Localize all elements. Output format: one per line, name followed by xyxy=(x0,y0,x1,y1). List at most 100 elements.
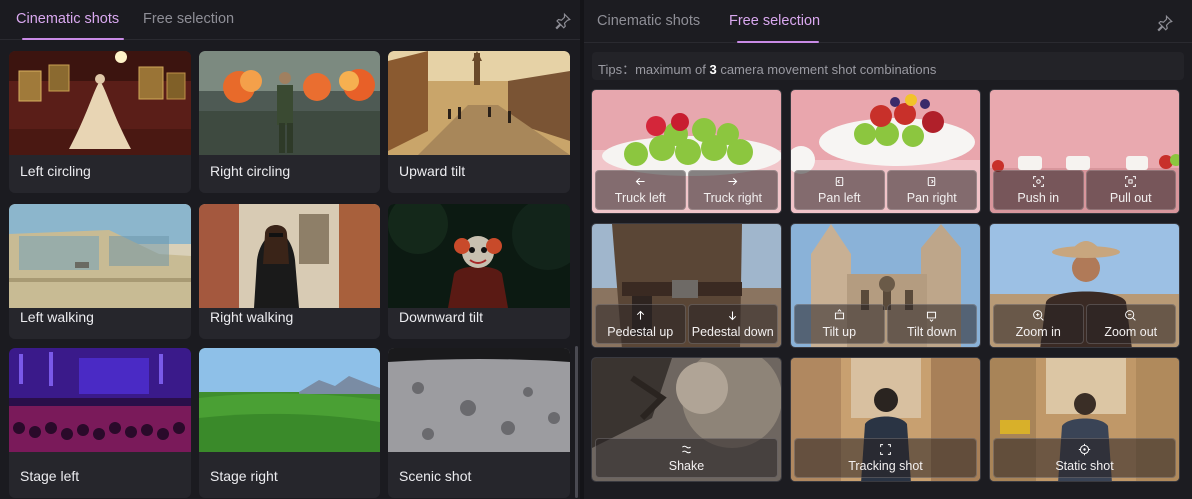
button-label: Zoom out xyxy=(1104,325,1158,339)
shot-button-group: Push in Pull out xyxy=(993,170,1176,210)
preset-card-left-circling[interactable]: Left circling xyxy=(9,51,191,193)
button-label: Zoom in xyxy=(1015,325,1061,339)
card-label: Left circling xyxy=(20,163,91,179)
tips-text-prefix: Tips：maximum of xyxy=(598,62,710,77)
tilt-up-button[interactable]: Tilt up xyxy=(794,304,885,344)
preset-card-scenic-shot[interactable]: Scenic shot xyxy=(388,348,570,498)
tilt-down-icon xyxy=(927,311,937,322)
thumbnail-image xyxy=(199,51,380,155)
pan-left-icon xyxy=(835,176,843,187)
crosshair-icon xyxy=(1078,443,1091,456)
arrow-left-icon xyxy=(635,177,645,186)
thumbnail-image xyxy=(388,51,570,155)
thumbnail-image xyxy=(388,204,570,308)
shake-button[interactable]: Shake xyxy=(595,438,778,478)
truck-left-button[interactable]: Truck left xyxy=(595,170,686,210)
shot-button-group: Pedestal up Pedestal down xyxy=(595,304,778,344)
button-label: Pan right xyxy=(906,191,957,205)
push-in-icon xyxy=(1032,176,1044,187)
arrow-down-icon xyxy=(729,311,737,321)
thumbnail-image xyxy=(9,348,191,452)
card-label: Right walking xyxy=(210,309,294,325)
truck-right-button[interactable]: Truck right xyxy=(687,170,778,210)
shot-card-static: Static shot xyxy=(989,357,1180,482)
zoom-out-icon xyxy=(1125,310,1136,321)
arrow-right-icon xyxy=(728,177,738,186)
card-label: Downward tilt xyxy=(399,309,484,325)
preset-card-left-walking[interactable]: Left walking xyxy=(9,204,191,339)
pedestal-up-button[interactable]: Pedestal up xyxy=(595,304,686,344)
preset-card-downward-tilt[interactable]: Downward tilt xyxy=(388,204,570,339)
shot-card-truck: Truck left Truck right xyxy=(591,89,782,214)
tracking-icon xyxy=(880,444,891,455)
thumbnail-image xyxy=(199,348,380,452)
button-label: Truck right xyxy=(703,191,763,205)
shot-card-tracking: Tracking shot xyxy=(790,357,981,482)
card-label: Stage left xyxy=(20,468,80,484)
pan-right-button[interactable]: Pan right xyxy=(886,170,977,210)
shot-card-pan: Pan left Pan right xyxy=(790,89,981,214)
zoom-out-button[interactable]: Zoom out xyxy=(1085,304,1176,344)
zoom-in-button[interactable]: Zoom in xyxy=(993,304,1084,344)
button-label: Pull out xyxy=(1109,191,1152,205)
button-label: Push in xyxy=(1017,191,1060,205)
zoom-in-icon xyxy=(1032,310,1044,321)
card-label: Upward tilt xyxy=(399,163,466,179)
static-shot-button[interactable]: Static shot xyxy=(993,438,1176,478)
preset-card-stage-right[interactable]: Stage right xyxy=(199,348,380,498)
tab-free-selection[interactable]: Free selection xyxy=(729,13,820,29)
free-selection-panel: Cinematic shots Free selection Tips：maxi… xyxy=(584,0,1192,499)
push-in-button[interactable]: Push in xyxy=(993,170,1084,210)
shot-card-shake: Shake xyxy=(591,357,782,482)
shot-card-push-pull: Push in Pull out xyxy=(989,89,1180,214)
scrollbar-thumb[interactable] xyxy=(575,346,578,498)
card-label: Left walking xyxy=(20,309,94,325)
card-label: Right circling xyxy=(210,163,291,179)
pedestal-down-button[interactable]: Pedestal down xyxy=(687,304,778,344)
pan-left-button[interactable]: Pan left xyxy=(794,170,885,210)
thumbnail-image xyxy=(9,204,191,308)
button-label: Shake xyxy=(668,459,705,473)
shake-icon xyxy=(682,445,691,454)
preset-card-right-circling[interactable]: Right circling xyxy=(199,51,380,193)
pan-right-icon xyxy=(928,176,936,187)
button-label: Tracking shot xyxy=(848,459,923,473)
button-label: Pedestal up xyxy=(607,325,674,339)
thumbnail-image xyxy=(199,204,380,308)
shot-button-group: Shake xyxy=(595,438,778,478)
button-label: Tilt up xyxy=(822,325,857,339)
pin-icon[interactable] xyxy=(554,12,572,30)
card-label: Stage right xyxy=(210,468,278,484)
active-tab-indicator xyxy=(22,38,124,40)
arrow-up-icon xyxy=(636,310,644,320)
button-label: Tilt down xyxy=(906,325,957,339)
tilt-up-icon xyxy=(834,309,844,320)
pull-out-icon xyxy=(1125,176,1137,187)
tips-count: 3 xyxy=(709,62,717,77)
button-label: Static shot xyxy=(1055,459,1114,473)
thumbnail-image xyxy=(9,51,191,155)
tab-free-selection[interactable]: Free selection xyxy=(143,11,234,27)
thumbnail-image xyxy=(388,348,570,452)
preset-card-upward-tilt[interactable]: Upward tilt xyxy=(388,51,570,193)
pin-icon[interactable] xyxy=(1156,14,1174,32)
pull-out-button[interactable]: Pull out xyxy=(1085,170,1176,210)
tips-text-suffix: camera movement shot combinations xyxy=(716,62,937,77)
shot-button-group: Zoom in Zoom out xyxy=(993,304,1176,344)
tips-banner: Tips：maximum of 3 camera movement shot c… xyxy=(592,52,1184,80)
shot-button-group: Pan left Pan right xyxy=(794,170,977,210)
cinematic-shots-panel: Cinematic shots Free selection Left circ… xyxy=(0,0,580,499)
tracking-shot-button[interactable]: Tracking shot xyxy=(794,438,977,478)
tab-bar: Cinematic shots Free selection xyxy=(0,0,580,40)
button-label: Pedestal down xyxy=(691,325,774,339)
tab-cinematic-shots[interactable]: Cinematic shots xyxy=(16,11,119,27)
shot-button-group: Truck left Truck right xyxy=(595,170,778,210)
shot-card-tilt: Tilt up Tilt down xyxy=(790,223,981,348)
tilt-down-button[interactable]: Tilt down xyxy=(886,304,977,344)
card-label: Scenic shot xyxy=(399,468,472,484)
preset-card-stage-left[interactable]: Stage left xyxy=(9,348,191,498)
tab-cinematic-shots[interactable]: Cinematic shots xyxy=(597,13,700,29)
preset-card-right-walking[interactable]: Right walking xyxy=(199,204,380,339)
shot-button-group: Tilt up Tilt down xyxy=(794,304,977,344)
shot-button-group: Static shot xyxy=(993,438,1176,478)
